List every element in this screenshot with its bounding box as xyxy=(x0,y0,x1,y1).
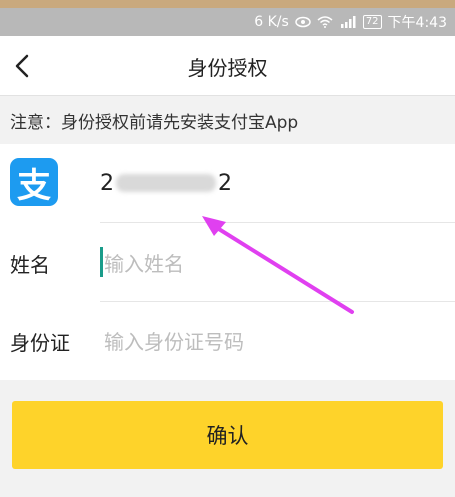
notice-text: 注意：身份授权前请先安装支付宝App xyxy=(0,96,455,144)
auth-form: 支 22 姓名 身份证 xyxy=(0,144,455,380)
row-divider xyxy=(100,222,455,223)
alipay-account: 22 xyxy=(100,166,232,200)
network-speed: 6 K/s xyxy=(254,14,289,30)
confirm-button[interactable]: 确认 xyxy=(12,401,443,469)
id-label: 身份证 xyxy=(10,330,70,355)
name-label: 姓名 xyxy=(10,252,50,277)
status-time: 下午4:43 xyxy=(387,15,447,31)
battery-icon: 72 xyxy=(362,15,382,29)
text-caret xyxy=(100,247,103,277)
id-number-input[interactable] xyxy=(100,322,434,362)
account-suffix: 2 xyxy=(218,170,232,196)
id-row: 身份证 xyxy=(0,302,455,380)
back-button[interactable] xyxy=(6,48,38,84)
page-title: 身份授权 xyxy=(187,55,268,80)
eye-icon xyxy=(295,16,311,28)
alipay-account-row: 支 22 xyxy=(0,144,455,222)
signal-icon xyxy=(339,16,357,28)
alipay-logo-icon: 支 xyxy=(10,158,58,206)
account-prefix: 2 xyxy=(100,170,114,196)
name-input[interactable] xyxy=(100,244,434,284)
nav-bar: 身份授权 xyxy=(0,36,455,96)
wifi-icon xyxy=(317,16,333,28)
alipay-logo-char: 支 xyxy=(17,165,51,206)
status-bar: 6 K/s 72 下午4:43 xyxy=(0,8,455,36)
account-redaction xyxy=(116,174,216,192)
chevron-left-icon xyxy=(15,54,29,78)
battery-level: 72 xyxy=(365,16,379,27)
name-row: 姓名 xyxy=(0,224,455,302)
confirm-label: 确认 xyxy=(206,424,249,448)
wallpaper-strip xyxy=(0,0,455,8)
